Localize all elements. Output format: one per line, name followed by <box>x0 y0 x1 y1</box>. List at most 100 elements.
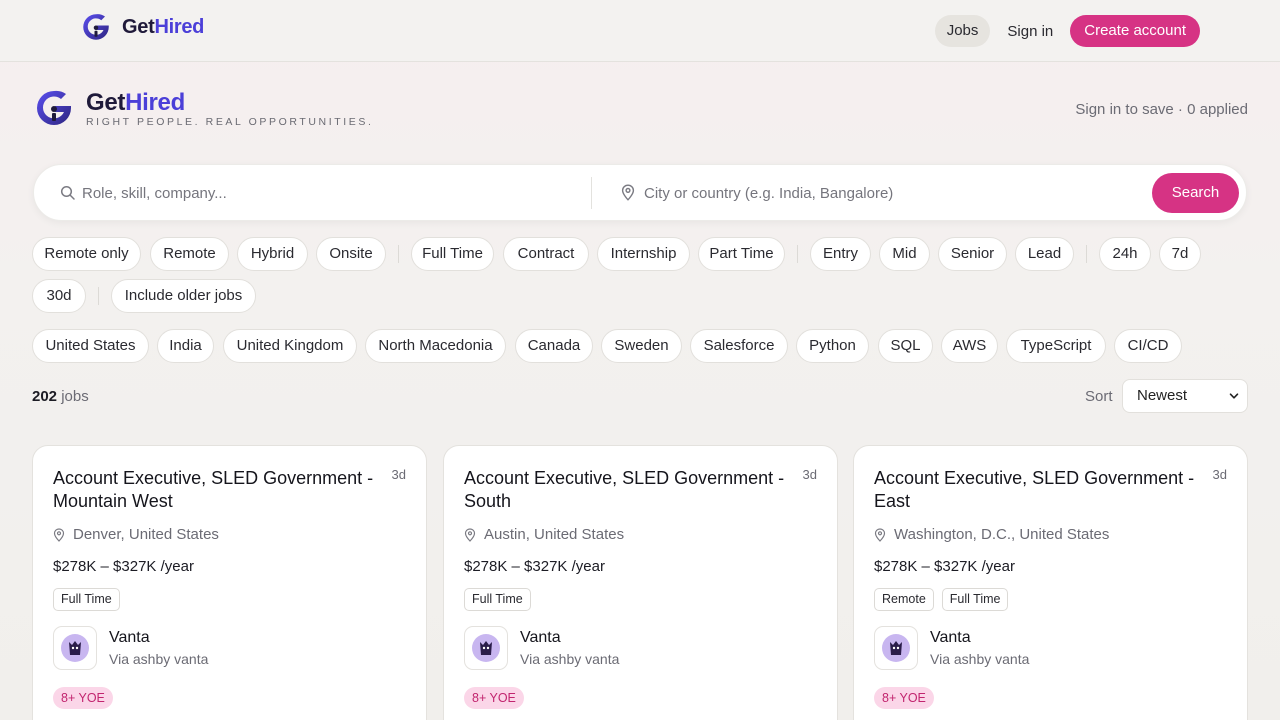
quick-chip-canada[interactable]: Canada <box>515 329 593 363</box>
nav-jobs-link[interactable]: Jobs <box>934 15 991 47</box>
company-info: Vanta Via ashby vanta <box>53 626 208 670</box>
job-age: 3d <box>802 467 817 482</box>
yoe-badge: 8+ YOE <box>53 687 113 709</box>
search-icon <box>60 185 75 200</box>
sort-label: Sort <box>1085 388 1113 405</box>
gethired-logo-icon <box>37 90 71 125</box>
filter-chip-entry[interactable]: Entry <box>810 237 871 271</box>
quick-chip-india[interactable]: India <box>157 329 214 363</box>
filter-chip-mid[interactable]: Mid <box>879 237 930 271</box>
hero-brand-name: GetHired <box>86 89 374 117</box>
results-count-number: 202 <box>32 388 58 405</box>
filter-separator <box>797 245 798 263</box>
company-logo <box>874 626 918 670</box>
top-navbar: GetHired Jobs Sign in Create account <box>0 0 1280 62</box>
chevron-down-icon <box>1229 393 1239 399</box>
sort-selected-value: Newest <box>1137 387 1188 404</box>
quick-chip-united-kingdom[interactable]: United Kingdom <box>223 329 357 363</box>
company-source: Via ashby vanta <box>520 651 620 667</box>
quick-chip-python[interactable]: Python <box>796 329 869 363</box>
job-salary: $278K – $327K /year <box>464 558 605 575</box>
filter-chip-part-time[interactable]: Part Time <box>698 237 785 271</box>
vanta-logo-icon <box>472 634 500 662</box>
filter-chip-hybrid[interactable]: Hybrid <box>237 237 308 271</box>
tagline: RIGHT PEOPLE. REAL OPPORTUNITIES. <box>86 115 374 128</box>
filter-chip-internship[interactable]: Internship <box>597 237 690 271</box>
job-card[interactable]: Account Executive, SLED Government - Eas… <box>853 445 1248 720</box>
company-info: Vanta Via ashby vanta <box>874 626 1029 670</box>
nav-actions: Jobs Sign in Create account <box>934 15 1200 47</box>
job-location-text: Austin, United States <box>484 526 625 543</box>
filter-chip-lead[interactable]: Lead <box>1015 237 1074 271</box>
vanta-logo-icon <box>882 634 910 662</box>
company-logo <box>53 626 97 670</box>
job-tags: Full Time <box>53 588 128 611</box>
filter-chip-full-time[interactable]: Full Time <box>411 237 494 271</box>
job-card[interactable]: Account Executive, SLED Government - Mou… <box>32 445 427 720</box>
search-divider <box>591 177 592 209</box>
job-card[interactable]: Account Executive, SLED Government - Sou… <box>443 445 838 720</box>
quick-chip-aws[interactable]: AWS <box>941 329 998 363</box>
filter-separator <box>98 287 99 305</box>
job-salary: $278K – $327K /year <box>874 558 1015 575</box>
filter-chip-remote[interactable]: Remote <box>150 237 229 271</box>
job-age: 3d <box>391 467 406 482</box>
job-title[interactable]: Account Executive, SLED Government - Sou… <box>464 467 794 513</box>
company-name: Vanta <box>930 629 971 646</box>
filter-separator <box>398 245 399 263</box>
company-name: Vanta <box>109 629 150 646</box>
quick-chip-united-states[interactable]: United States <box>32 329 149 363</box>
job-location-text: Denver, United States <box>73 526 219 543</box>
location-search-input[interactable] <box>644 179 1144 207</box>
brand-get: Get <box>86 88 126 116</box>
job-tag: Full Time <box>941 588 1009 611</box>
job-title[interactable]: Account Executive, SLED Government - Eas… <box>874 467 1204 513</box>
filter-chip-onsite[interactable]: Onsite <box>316 237 386 271</box>
job-tag: Full Time <box>464 588 531 611</box>
brand-hired: Hired <box>154 15 205 38</box>
job-location: Washington, D.C., United States <box>874 526 1109 543</box>
filter-chip-remote-only[interactable]: Remote only <box>32 237 141 271</box>
job-tags: Remote Full Time <box>874 588 1016 611</box>
quick-chip-typescript[interactable]: TypeScript <box>1006 329 1106 363</box>
nav-signin-link[interactable]: Sign in <box>1007 23 1053 40</box>
include-older-jobs-chip[interactable]: Include older jobs <box>111 279 256 313</box>
filter-chip-7d[interactable]: 7d <box>1159 237 1201 271</box>
job-location: Austin, United States <box>464 526 624 543</box>
role-search-input[interactable] <box>82 179 582 207</box>
brand-get: Get <box>122 15 155 38</box>
quick-chip-salesforce[interactable]: Salesforce <box>690 329 788 363</box>
job-tags: Full Time <box>464 588 539 611</box>
yoe-badge: 8+ YOE <box>464 687 524 709</box>
location-pin-icon <box>464 527 476 542</box>
quick-chip-north-macedonia[interactable]: North Macedonia <box>365 329 506 363</box>
filter-chip-senior[interactable]: Senior <box>938 237 1007 271</box>
location-pin-icon <box>874 527 886 542</box>
vanta-logo-icon <box>61 634 89 662</box>
job-location: Denver, United States <box>53 526 219 543</box>
job-title[interactable]: Account Executive, SLED Government - Mou… <box>53 467 383 513</box>
results-count: 202 jobs <box>32 388 89 405</box>
location-pin-icon <box>621 184 635 201</box>
filter-chip-24h[interactable]: 24h <box>1099 237 1151 271</box>
company-source: Via ashby vanta <box>109 651 209 667</box>
job-tag: Remote <box>874 588 934 611</box>
job-age: 3d <box>1212 467 1227 482</box>
filter-chip-30d[interactable]: 30d <box>32 279 86 313</box>
sort-select[interactable]: Newest <box>1122 379 1248 413</box>
quick-chip-sql[interactable]: SQL <box>878 329 933 363</box>
hero-logo: GetHired RIGHT PEOPLE. REAL OPPORTUNITIE… <box>34 87 374 129</box>
quick-chip-ci-cd[interactable]: CI/CD <box>1114 329 1182 363</box>
gethired-logo-icon <box>83 14 109 40</box>
nav-logo[interactable]: GetHired <box>81 12 204 42</box>
filter-chip-contract[interactable]: Contract <box>503 237 589 271</box>
create-account-button[interactable]: Create account <box>1070 15 1200 47</box>
quick-chip-sweden[interactable]: Sweden <box>601 329 682 363</box>
hero-brand: GetHired RIGHT PEOPLE. REAL OPPORTUNITIE… <box>86 89 374 128</box>
nav-brand: GetHired <box>122 16 204 39</box>
location-pin-icon <box>53 527 65 542</box>
search-button[interactable]: Search <box>1152 173 1239 213</box>
results-count-suffix: jobs <box>57 388 89 405</box>
yoe-badge: 8+ YOE <box>874 687 934 709</box>
filter-separator <box>1086 245 1087 263</box>
